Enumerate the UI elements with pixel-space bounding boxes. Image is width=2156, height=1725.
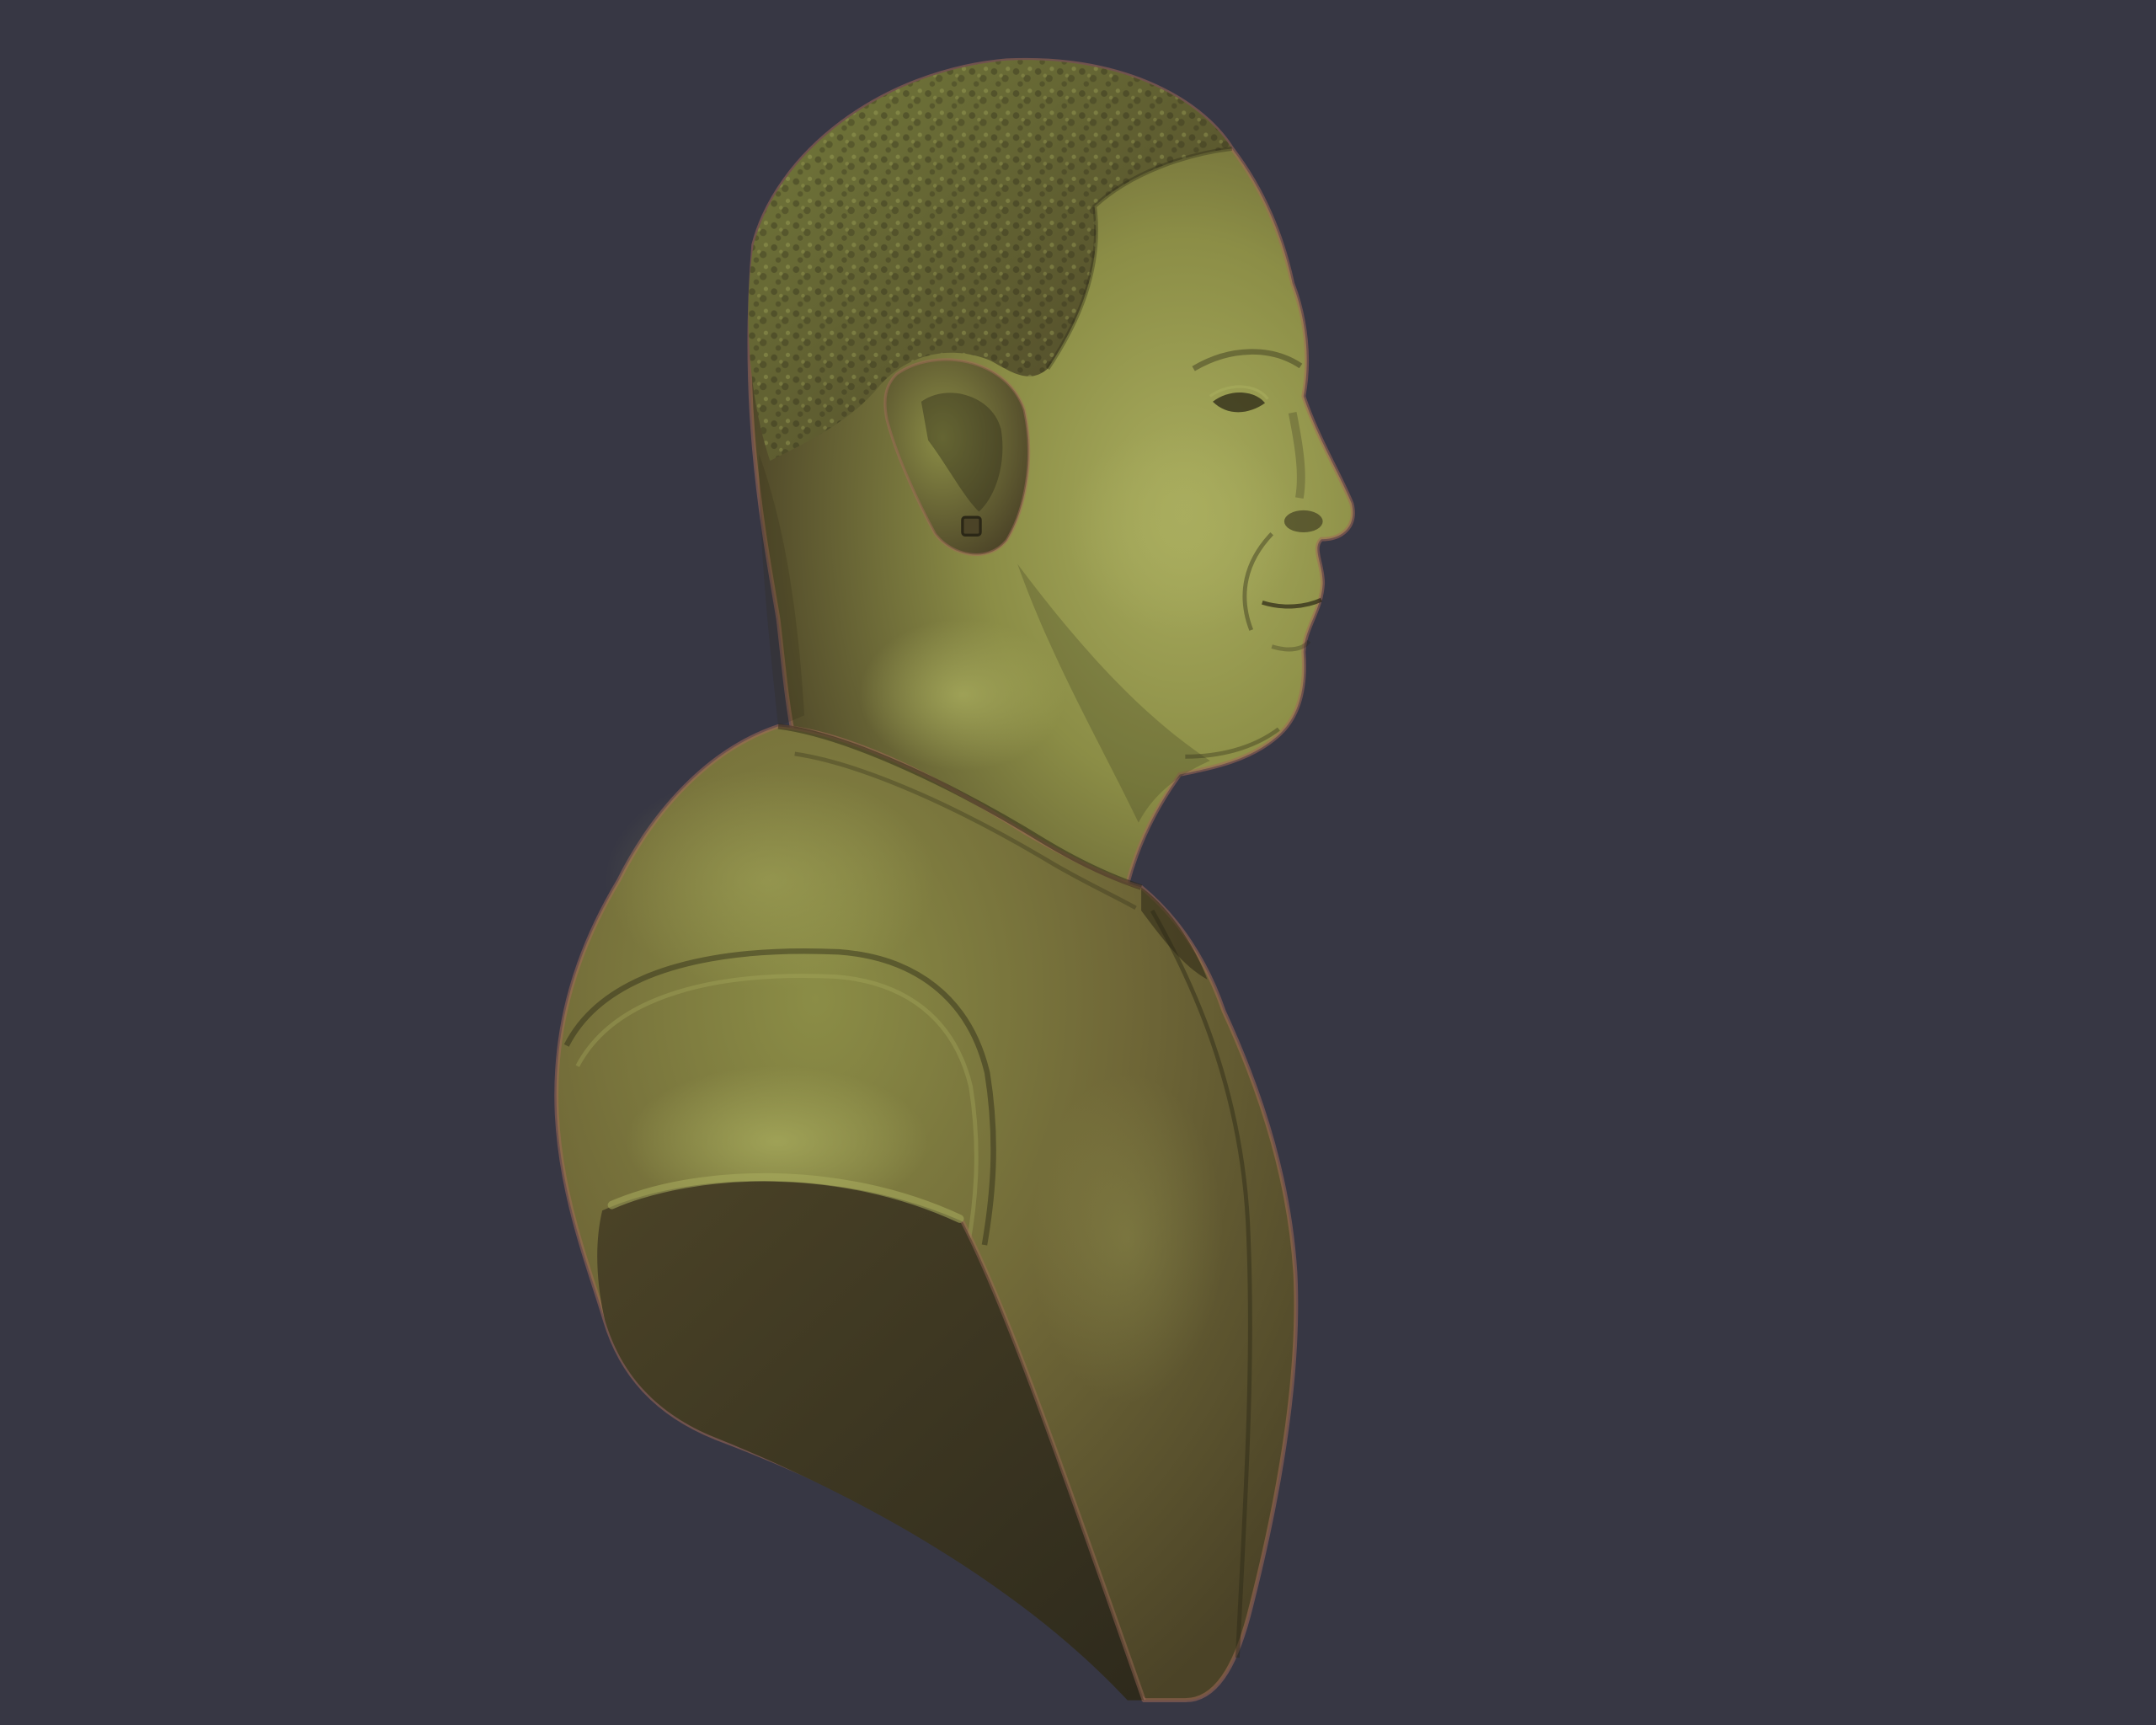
neck-highlight xyxy=(859,618,1066,771)
earring xyxy=(961,515,982,537)
render-viewport[interactable] xyxy=(0,0,2156,1725)
bust-render xyxy=(0,0,2156,1725)
nostril xyxy=(1283,510,1323,533)
chest-highlight xyxy=(1031,1072,1225,1403)
shoulder-highlight xyxy=(605,770,936,991)
